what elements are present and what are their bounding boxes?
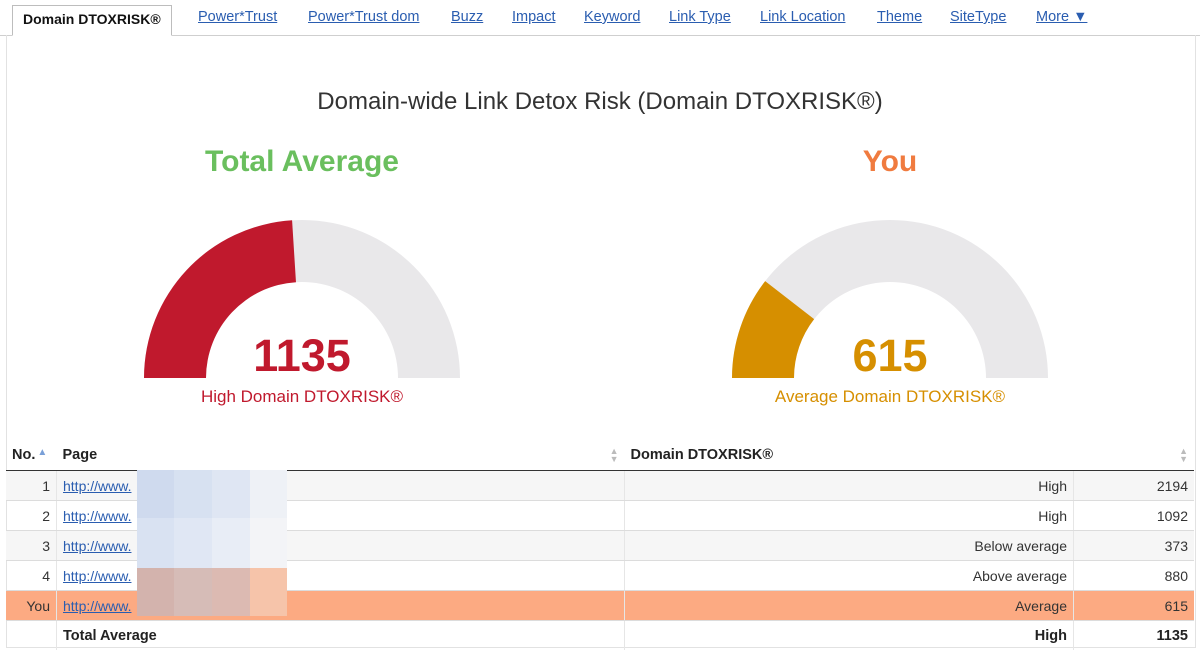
risk-value: 615 <box>1073 590 1194 621</box>
page-link[interactable]: http://www. <box>63 538 131 554</box>
tab-sitetype[interactable]: SiteType <box>950 9 1006 25</box>
chart-title: Domain-wide Link Detox Risk (Domain DTOX… <box>317 88 883 115</box>
column-header-domain-dtoxrisk[interactable]: Domain DTOXRISK® ▲ ▼ <box>624 440 1194 471</box>
table-total-row: Total Average High 1135 <box>6 620 1194 650</box>
sort-ascending-icon: ▲ <box>37 447 48 458</box>
tab-domain-dtoxrisk[interactable]: Domain DTOXRISK® <box>12 5 172 36</box>
risk-level: Average <box>624 590 1074 621</box>
tab-link-location[interactable]: Link Location <box>760 9 845 25</box>
page-link[interactable]: http://www. <box>63 478 131 494</box>
tab-link-type[interactable]: Link Type <box>669 9 731 25</box>
tab-power-trust[interactable]: Power*Trust <box>198 9 277 25</box>
risk-level: Below average <box>624 530 1074 561</box>
page-link[interactable]: http://www. <box>63 568 131 584</box>
row-number: 2 <box>6 500 57 531</box>
row-number: You <box>6 590 57 621</box>
risk-value: 1092 <box>1073 500 1194 531</box>
tab-power-trust-dom[interactable]: Power*Trust dom <box>308 9 419 25</box>
tab-buzz[interactable]: Buzz <box>451 9 483 25</box>
row-number: 3 <box>6 530 57 561</box>
total-label: Total Average <box>56 620 625 650</box>
row-number: 4 <box>6 560 57 591</box>
you-heading: You <box>862 145 918 178</box>
you-value: 615 <box>852 330 928 381</box>
tab-bar: Domain DTOXRISK® Power*Trust Power*Trust… <box>0 0 1200 36</box>
total-risk-level: High <box>624 620 1074 650</box>
table-header-row: No. ▲ Page ▲ ▼ Domain DTOXRISK® ▲ ▼ <box>6 440 1194 471</box>
page-link[interactable]: http://www. <box>63 598 131 614</box>
tab-impact[interactable]: Impact <box>512 9 556 25</box>
total-average-heading: Total Average <box>205 145 399 178</box>
total-risk-value: 1135 <box>1073 620 1194 650</box>
risk-level: Above average <box>624 560 1074 591</box>
risk-value: 2194 <box>1073 470 1194 501</box>
total-average-value: 1135 <box>253 330 351 381</box>
tab-keyword[interactable]: Keyword <box>584 9 640 25</box>
risk-level: High <box>624 470 1074 501</box>
sort-icon: ▲ ▼ <box>1179 446 1188 464</box>
column-header-no[interactable]: No. ▲ <box>6 440 57 471</box>
tab-more[interactable]: More ▼ <box>1036 9 1087 25</box>
row-number: 1 <box>6 470 57 501</box>
risk-level: High <box>624 500 1074 531</box>
risk-value: 880 <box>1073 560 1194 591</box>
you-label: Average Domain DTOXRISK® <box>774 387 1006 406</box>
sort-icon: ▲ ▼ <box>609 446 619 464</box>
page-link[interactable]: http://www. <box>63 508 131 524</box>
risk-value: 373 <box>1073 530 1194 561</box>
column-header-page[interactable]: Page ▲ ▼ <box>56 440 625 471</box>
total-average-label: High Domain DTOXRISK® <box>200 387 404 406</box>
tab-theme[interactable]: Theme <box>877 9 922 25</box>
